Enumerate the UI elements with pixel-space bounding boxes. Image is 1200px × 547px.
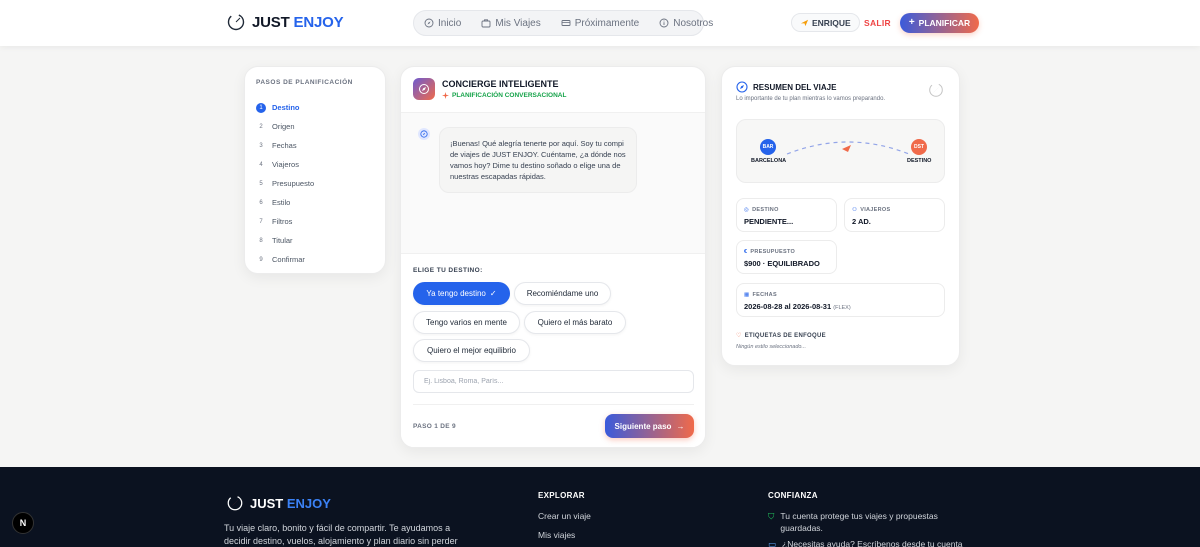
step-filtros[interactable]: 7 Filtros [256,212,374,231]
origin-label: BARCELONA [751,158,787,164]
plan-button[interactable]: + PLANIFICAR [900,13,979,33]
nav-item-mis-viajes[interactable]: Mis Viajes [481,18,541,29]
logo-text: JUST ENJOY [252,13,344,31]
sparkle-icon [442,92,449,99]
compass-decoration-icon [929,83,943,97]
step-counter: PASO 1 DE 9 [413,423,456,430]
chip-ya-tengo-destino[interactable]: Ya tengo destino ✓ [413,282,510,305]
top-header: JUST ENJOY Inicio Mis Viajes Próximament… [0,0,1200,46]
destination-dot: DST [911,139,927,155]
step-titular[interactable]: 8 Titular [256,231,374,250]
footer-trust-title: CONFIANZA [768,491,818,500]
destination-label: DESTINO [907,158,932,164]
origin-dot: BAR [760,139,776,155]
main-nav: Inicio Mis Viajes Próximamente Nosotros [413,10,713,36]
chat-icon: ▭ [768,539,777,547]
step-viajeros[interactable]: 4 Viajeros [256,155,374,174]
concierge-chat-card: CONCIERGE INTELIGENTE PLANIFICACIÓN CONV… [400,66,706,448]
suitcase-icon [481,19,491,28]
flight-path [786,141,910,155]
compass-icon [419,84,429,94]
step-estilo[interactable]: 6 Estilo [256,193,374,212]
shield-check-icon: ⛉ [768,511,775,521]
calendar-icon: ▦ [744,292,750,298]
planning-steps-card: PASOS DE PLANIFICACIÓN 1 Destino 2 Origen … [244,66,386,274]
trip-summary-card: RESUMEN DEL VIAJE Lo importante de tu pl… [721,66,960,366]
nav-item-nosotros[interactable]: Nosotros [659,18,713,29]
step-confirmar[interactable]: 9 Confirmar [256,250,374,269]
chip-mejor-equilibrio[interactable]: Quiero el mejor equilibrio [413,339,530,362]
brand-logo[interactable]: JUST ENJOY [226,12,344,32]
route-visual: BAR BARCELONA DST DESTINO [736,119,945,183]
info-presupuesto: € PRESUPUESTO $900 · EQUILIBRADO [736,240,837,274]
info-destino: ◎ DESTINO PENDIENTE... [736,198,837,232]
chat-subtitle: PLANIFICACIÓN CONVERSACIONAL [442,92,566,99]
focus-tags-label: ♡ ETIQUETAS DE ENFOQUE [736,332,826,340]
destination-input[interactable] [413,370,694,393]
footer-logo[interactable]: JUST ENJOY [226,494,331,512]
footer-explore-title: EXPLORAR [538,491,585,500]
plane-icon [800,19,809,27]
choose-destination-label: ELIGE TU DESTINO: [413,267,483,274]
plane-icon [842,145,851,152]
heart-icon: ♡ [736,333,742,339]
bot-avatar-icon [418,128,430,140]
chip-mas-barato[interactable]: Quiero el más barato [524,311,626,334]
chat-input-area: ELIGE TU DESTINO: Ya tengo destino ✓ Rec… [401,253,705,447]
chat-messages: ¡Buenas! Qué alegría tenerte por aquí. S… [401,113,705,253]
footer-help-item: ▭ ¿Necesitas ayuda? Escríbenos desde tu … [768,539,963,547]
compass-icon [424,18,434,28]
nav-item-proximamente[interactable]: Próximamente [561,18,639,29]
footer-trust-item: ⛉ Tu cuenta protege tus viajes y propues… [768,511,938,533]
compass-icon [736,81,748,93]
bot-message-bubble: ¡Buenas! Qué alegría tenerte por aquí. S… [439,127,637,193]
focus-tags-empty: Ningún estilo seleccionado... [736,344,807,350]
check-icon: ✓ [489,289,497,298]
footer-link-crear-viaje[interactable]: Crear un viaje [538,511,591,521]
compass-logo-icon [227,495,243,511]
user-menu[interactable]: ENRIQUE [791,13,860,32]
chip-recomiendame-uno[interactable]: Recomiéndame uno [514,282,611,305]
step-fechas[interactable]: 3 Fechas [256,136,374,155]
pin-icon: ◎ [744,207,750,213]
users-icon: ⚇ [852,207,858,213]
compass-logo-icon [227,13,245,31]
step-presupuesto[interactable]: 5 Presupuesto [256,174,374,193]
chat-title: CONCIERGE INTELIGENTE [442,79,559,89]
plus-icon: + [908,17,915,28]
euro-icon: € [744,249,748,255]
info-fechas: ▦ FECHAS 2026-08-28 al 2026-08-31 (FLEX) [736,283,945,317]
logout-link[interactable]: SALIR [864,18,891,28]
info-viajeros: ⚇ VIAJEROS 2 AD. [844,198,945,232]
footer-description: Tu viaje claro, bonito y fácil de compar… [224,523,458,546]
chat-header: CONCIERGE INTELIGENTE PLANIFICACIÓN CONV… [401,67,705,113]
nextjs-dev-badge[interactable]: N [12,512,34,534]
steps-title: PASOS DE PLANIFICACIÓN [256,79,353,86]
concierge-avatar [413,78,435,100]
site-footer: JUST ENJOY Tu viaje claro, bonito y fáci… [0,467,1200,547]
nav-item-inicio[interactable]: Inicio [424,18,461,29]
next-step-button[interactable]: Siguiente paso → [605,414,694,438]
info-icon [659,18,669,28]
summary-title: RESUMEN DEL VIAJE [753,83,837,92]
chip-tengo-varios[interactable]: Tengo varios en mente [413,311,520,334]
summary-subtitle: Lo importante de tu plan mientras lo vam… [736,96,886,102]
step-origen[interactable]: 2 Origen [256,117,374,136]
divider [413,404,694,405]
ticket-icon [561,20,571,26]
arrow-right-icon: → [676,421,685,431]
footer-link-mis-viajes[interactable]: Mis viajes [538,530,575,540]
step-destino[interactable]: 1 Destino [256,98,374,117]
